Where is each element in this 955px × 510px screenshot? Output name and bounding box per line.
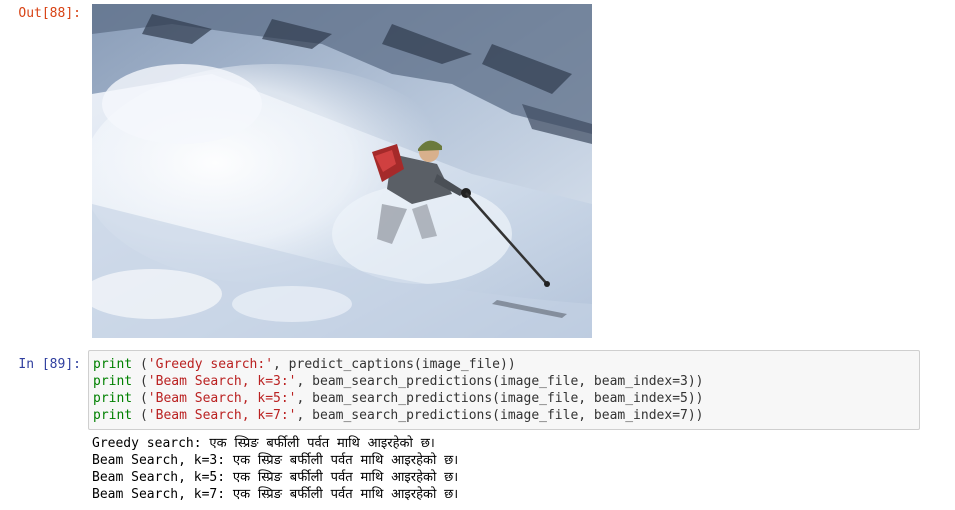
skier-photo <box>92 4 592 338</box>
code-string: 'Beam Search, k=3:' <box>147 374 297 389</box>
code-fn: print <box>93 374 133 389</box>
code-fn: print <box>93 391 133 406</box>
code-string: 'Beam Search, k=5:' <box>147 391 297 406</box>
code-fn: print <box>93 357 133 372</box>
code-pre: ( <box>132 408 148 423</box>
output-line: Greedy search: एक स्प्रिङ बर्फीली पर्वत … <box>92 436 435 451</box>
code-line: print ('Beam Search, k=5:', beam_search_… <box>93 390 919 407</box>
output-image <box>92 4 592 338</box>
code-line: print ('Greedy search:', predict_caption… <box>93 356 919 373</box>
code-pre: ( <box>132 374 148 389</box>
code-string: 'Beam Search, k=7:' <box>147 408 297 423</box>
code-fn: print <box>93 408 133 423</box>
code-post: , beam_search_predictions(image_file, be… <box>296 374 704 389</box>
code-post: , beam_search_predictions(image_file, be… <box>296 408 704 423</box>
out-prompt: Out[88]: <box>18 6 81 21</box>
code-pre: ( <box>132 357 148 372</box>
output-line: Beam Search, k=5: एक स्प्रिङ बर्फीली पर्… <box>92 470 459 485</box>
code-line: print ('Beam Search, k=3:', beam_search_… <box>93 373 919 390</box>
code-input[interactable]: print ('Greedy search:', predict_caption… <box>88 350 920 430</box>
in-prompt: In [89]: <box>18 357 81 372</box>
code-post: , beam_search_predictions(image_file, be… <box>296 391 704 406</box>
code-post: , predict_captions(image_file)) <box>273 357 516 372</box>
code-pre: ( <box>132 391 148 406</box>
code-string: 'Greedy search:' <box>147 357 274 372</box>
output-line: Beam Search, k=7: एक स्प्रिङ बर्फीली पर्… <box>92 487 459 502</box>
stdout-output: Greedy search: एक स्प्रिङ बर्फीली पर्वत … <box>92 435 458 503</box>
code-line: print ('Beam Search, k=7:', beam_search_… <box>93 407 919 424</box>
output-line: Beam Search, k=3: एक स्प्रिङ बर्फीली पर्… <box>92 453 459 468</box>
